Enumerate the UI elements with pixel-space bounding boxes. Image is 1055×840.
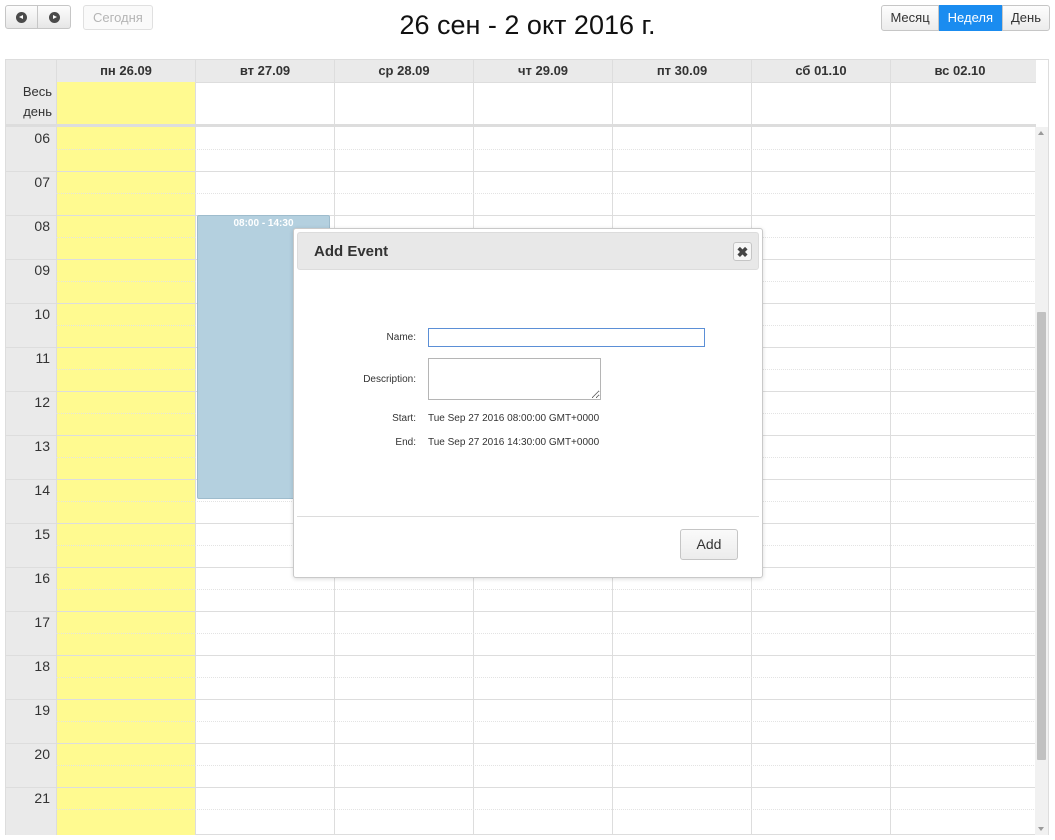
close-x-icon: ✖ bbox=[736, 243, 749, 260]
all-day-label-line2: день bbox=[23, 104, 52, 119]
hour-label: 15 bbox=[34, 526, 50, 542]
axis-divider bbox=[6, 347, 56, 348]
hour-label: 16 bbox=[34, 570, 50, 586]
hour-label: 10 bbox=[34, 306, 50, 322]
day-column[interactable] bbox=[56, 127, 195, 835]
hour-label: 13 bbox=[34, 438, 50, 454]
hour-label: 20 bbox=[34, 746, 50, 762]
axis-divider bbox=[6, 215, 56, 216]
scroll-down-arrow-icon[interactable] bbox=[1038, 827, 1044, 831]
day-header-row: пн 26.09 вт 27.09 ср 28.09 чт 29.09 пт 30.09… bbox=[6, 60, 1036, 83]
day-header: пн 26.09 bbox=[56, 60, 195, 82]
day-header: ср 28.09 bbox=[334, 60, 473, 82]
half-hour-line bbox=[56, 677, 1036, 678]
add-button[interactable]: Add bbox=[680, 529, 738, 560]
half-hour-line bbox=[56, 765, 1036, 766]
hour-label: 07 bbox=[34, 174, 50, 190]
hour-label: 18 bbox=[34, 658, 50, 674]
axis-divider bbox=[6, 171, 56, 172]
half-hour-line bbox=[56, 809, 1036, 810]
all-day-row: Весь день bbox=[6, 82, 1036, 127]
time-grid-scrollbar[interactable] bbox=[1035, 127, 1048, 835]
day-header: пт 30.09 bbox=[612, 60, 751, 82]
start-label: Start: bbox=[392, 413, 416, 424]
hour-line bbox=[56, 171, 1036, 172]
axis-divider bbox=[6, 435, 56, 436]
description-label: Description: bbox=[363, 374, 416, 385]
scroll-up-arrow-icon[interactable] bbox=[1038, 131, 1044, 135]
hour-line bbox=[56, 743, 1036, 744]
dialog-title: Add Event bbox=[314, 243, 389, 260]
all-day-cell[interactable] bbox=[195, 82, 334, 124]
all-day-cell[interactable] bbox=[751, 82, 890, 124]
view-week-button[interactable]: Неделя bbox=[938, 5, 1002, 31]
hour-label: 21 bbox=[34, 790, 50, 806]
dialog-header: Add Event ✖ bbox=[297, 232, 759, 270]
hour-label: 14 bbox=[34, 482, 50, 498]
hour-line bbox=[56, 611, 1036, 612]
end-label: End: bbox=[395, 437, 416, 448]
all-day-cell[interactable] bbox=[56, 82, 195, 124]
close-button[interactable]: ✖ bbox=[733, 242, 752, 261]
axis-divider bbox=[6, 699, 56, 700]
add-event-dialog: Add Event ✖ Name: Description: Start: Tu… bbox=[293, 228, 763, 578]
hour-label: 19 bbox=[34, 702, 50, 718]
hour-line bbox=[56, 787, 1036, 788]
axis-divider bbox=[6, 391, 56, 392]
all-day-cell[interactable] bbox=[612, 82, 751, 124]
hour-line bbox=[56, 699, 1036, 700]
axis-divider bbox=[6, 303, 56, 304]
view-day-button[interactable]: День bbox=[1002, 5, 1050, 31]
name-input[interactable] bbox=[428, 328, 705, 347]
half-hour-line bbox=[56, 193, 1036, 194]
time-axis: 06 07 08 09 10 11 12 13 14 15 16 17 18 19 20 21 bbox=[6, 127, 56, 835]
axis-divider bbox=[6, 787, 56, 788]
axis-divider bbox=[6, 655, 56, 656]
dialog-divider bbox=[297, 516, 759, 517]
axis-divider bbox=[6, 479, 56, 480]
name-label: Name: bbox=[386, 332, 416, 343]
hour-label: 12 bbox=[34, 394, 50, 410]
day-header: сб 01.10 bbox=[751, 60, 890, 82]
half-hour-line bbox=[56, 633, 1036, 634]
hour-line bbox=[56, 655, 1036, 656]
calendar-toolbar: Сегодня 26 сен - 2 окт 2016 г. Месяц Нед… bbox=[0, 0, 1055, 56]
axis-divider bbox=[6, 611, 56, 612]
half-hour-line bbox=[56, 721, 1036, 722]
day-header: чт 29.09 bbox=[473, 60, 612, 82]
description-input[interactable] bbox=[428, 358, 601, 400]
axis-divider bbox=[6, 743, 56, 744]
view-month-button[interactable]: Месяц bbox=[881, 5, 939, 31]
axis-divider bbox=[6, 523, 56, 524]
end-value: Tue Sep 27 2016 14:30:00 GMT+0000 bbox=[428, 437, 600, 448]
hour-label: 09 bbox=[34, 262, 50, 278]
half-hour-line bbox=[56, 149, 1036, 150]
day-header: вт 27.09 bbox=[195, 60, 334, 82]
hour-label: 17 bbox=[34, 614, 50, 630]
all-day-label: Весь день bbox=[6, 82, 56, 124]
day-header: вс 02.10 bbox=[890, 60, 1029, 82]
start-value: Tue Sep 27 2016 08:00:00 GMT+0000 bbox=[428, 413, 600, 424]
scroll-thumb[interactable] bbox=[1037, 312, 1046, 760]
hour-label: 11 bbox=[35, 350, 50, 366]
day-column[interactable] bbox=[890, 127, 1029, 835]
axis-divider bbox=[6, 567, 56, 568]
axis-divider bbox=[6, 259, 56, 260]
day-column[interactable] bbox=[751, 127, 890, 835]
hour-label: 08 bbox=[34, 218, 50, 234]
all-day-label-line1: Весь bbox=[22, 84, 52, 99]
all-day-cell[interactable] bbox=[473, 82, 612, 124]
half-hour-line bbox=[56, 589, 1036, 590]
axis-header bbox=[6, 60, 56, 82]
view-switcher: Месяц Неделя День bbox=[881, 5, 1050, 31]
all-day-cell[interactable] bbox=[890, 82, 1029, 124]
hour-label: 06 bbox=[34, 130, 50, 146]
all-day-cell[interactable] bbox=[334, 82, 473, 124]
